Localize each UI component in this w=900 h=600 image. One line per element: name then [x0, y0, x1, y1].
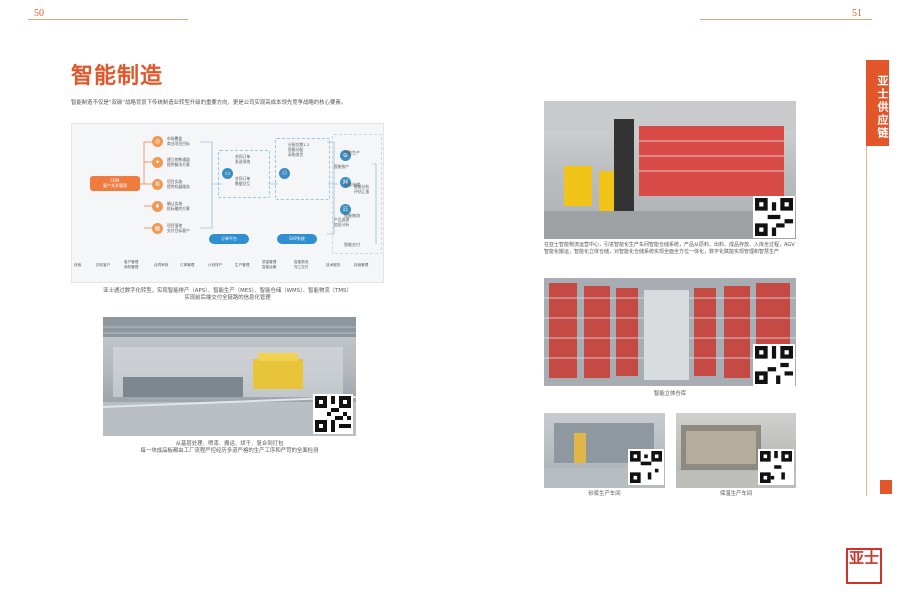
customer-item-5: 项目落地 交付目标客户 — [167, 223, 190, 233]
qr-code-right-mid — [753, 344, 795, 386]
flow-step-10: 技术服务 — [326, 263, 341, 267]
intro-text: 智能制造不仅是“双碳”战略背景下传统制造业转型升级的重要方向，更是公司实现高成本… — [71, 100, 347, 106]
tab-marker — [880, 480, 892, 494]
monitor-icon: ▭ — [222, 168, 233, 179]
output-1: 智能生产 — [344, 150, 360, 155]
flow-step-3: 客户管理 商机管理 — [124, 260, 139, 269]
output-3: 智能物流 — [344, 213, 360, 218]
qr-icon — [315, 396, 351, 432]
tab-strip — [866, 146, 889, 496]
crm-box: CRM 客户关系管理 — [90, 176, 140, 191]
flow-step-11: 持续管理 — [354, 263, 369, 267]
flow-step-8: 质量管理 智能运输 — [262, 260, 277, 269]
customer-item-4: 确认实施 投标最终方案 — [167, 201, 190, 211]
customer-item-2: 建立销售通道 提供解决方案 — [167, 157, 190, 167]
flow-step-2: 初访客户 — [96, 263, 111, 267]
order-platform-pill: 订单平台 — [209, 234, 249, 244]
middle-item-2: 合同订单 发送系统 — [235, 154, 251, 164]
left-top-rule — [28, 19, 188, 20]
flow-step-4: 合同审批 — [154, 263, 169, 267]
page-title: 智能制造 — [71, 64, 164, 89]
qr-code-left — [313, 394, 353, 434]
qr-icon — [760, 451, 792, 483]
middle-item-1: 分配交期1-2 智能分配 采购发货 — [288, 142, 310, 157]
qr-icon — [755, 346, 793, 384]
left-page-number: 50 — [34, 8, 44, 19]
flow-step-6: 计划排产 — [208, 263, 223, 267]
doc-icon: ▤ — [152, 223, 163, 234]
flow-row: 线索 初访客户 客户管理 商机管理 合同审批 订单管理 计划排产 生产管理 质量… — [72, 260, 385, 273]
right-top-rule — [700, 19, 872, 20]
bulb-icon: ✦ — [152, 157, 163, 168]
middle-item-3: 合同订单 数据交互 — [235, 176, 251, 186]
process-diagram: CRM 客户关系管理 ◎ ✦ N ♦ ▤ 市场覆盖 商业项目目标 建立销售通道 … — [71, 123, 384, 283]
right-page-number: 51 — [852, 8, 862, 19]
qr-code-right-top — [753, 196, 795, 238]
qr-icon — [755, 198, 793, 236]
insulation-caption: 保温生产车间 — [719, 491, 753, 497]
qr-code-mortar — [628, 449, 664, 485]
company-seal: 亚士 — [846, 548, 882, 584]
brush-icon: ♦ — [152, 201, 163, 212]
qr-code-insulation — [758, 449, 794, 485]
agv-caption: 在亚士智能物流运营中心，引进智能化生产车间智能仓储系统，产品从原料、出料、成品存… — [544, 242, 795, 255]
diagram-caption: 亚士通过数字化转型，实现智能排产（APS）、智能生产（MES）、智能仓储（WMS… — [103, 288, 352, 301]
tool-icon: N — [152, 179, 163, 190]
warehouse-caption: 智能立体仓库 — [653, 391, 687, 397]
customer-item-1: 市场覆盖 商业项目目标 — [167, 136, 190, 146]
output-4: 智能交付 — [344, 242, 360, 247]
target-icon: ◎ — [152, 136, 163, 147]
factory-caption: 从基层处理、喷漆、搬运、烘干、复合到打包 每一块成品板都由工厂流程严控经历多道严… — [140, 441, 319, 454]
sap-pill: SAP系统 — [277, 234, 317, 244]
qr-icon — [630, 451, 662, 483]
flow-step-9: 智能物流 完工交付 — [294, 260, 309, 269]
output-2: 智能仓储 — [344, 182, 360, 187]
customer-item-3: 项目实施 提供机器服务 — [167, 179, 190, 189]
flow-step-5: 订单管理 — [180, 263, 195, 267]
flow-step-1: 线索 — [74, 263, 82, 267]
section-tab[interactable]: 亚士供应链 — [866, 60, 889, 146]
flow-step-7: 生产管理 — [235, 263, 250, 267]
people-icon: ⚇ — [279, 168, 290, 179]
mortar-caption: 砂浆生产车间 — [588, 491, 621, 497]
